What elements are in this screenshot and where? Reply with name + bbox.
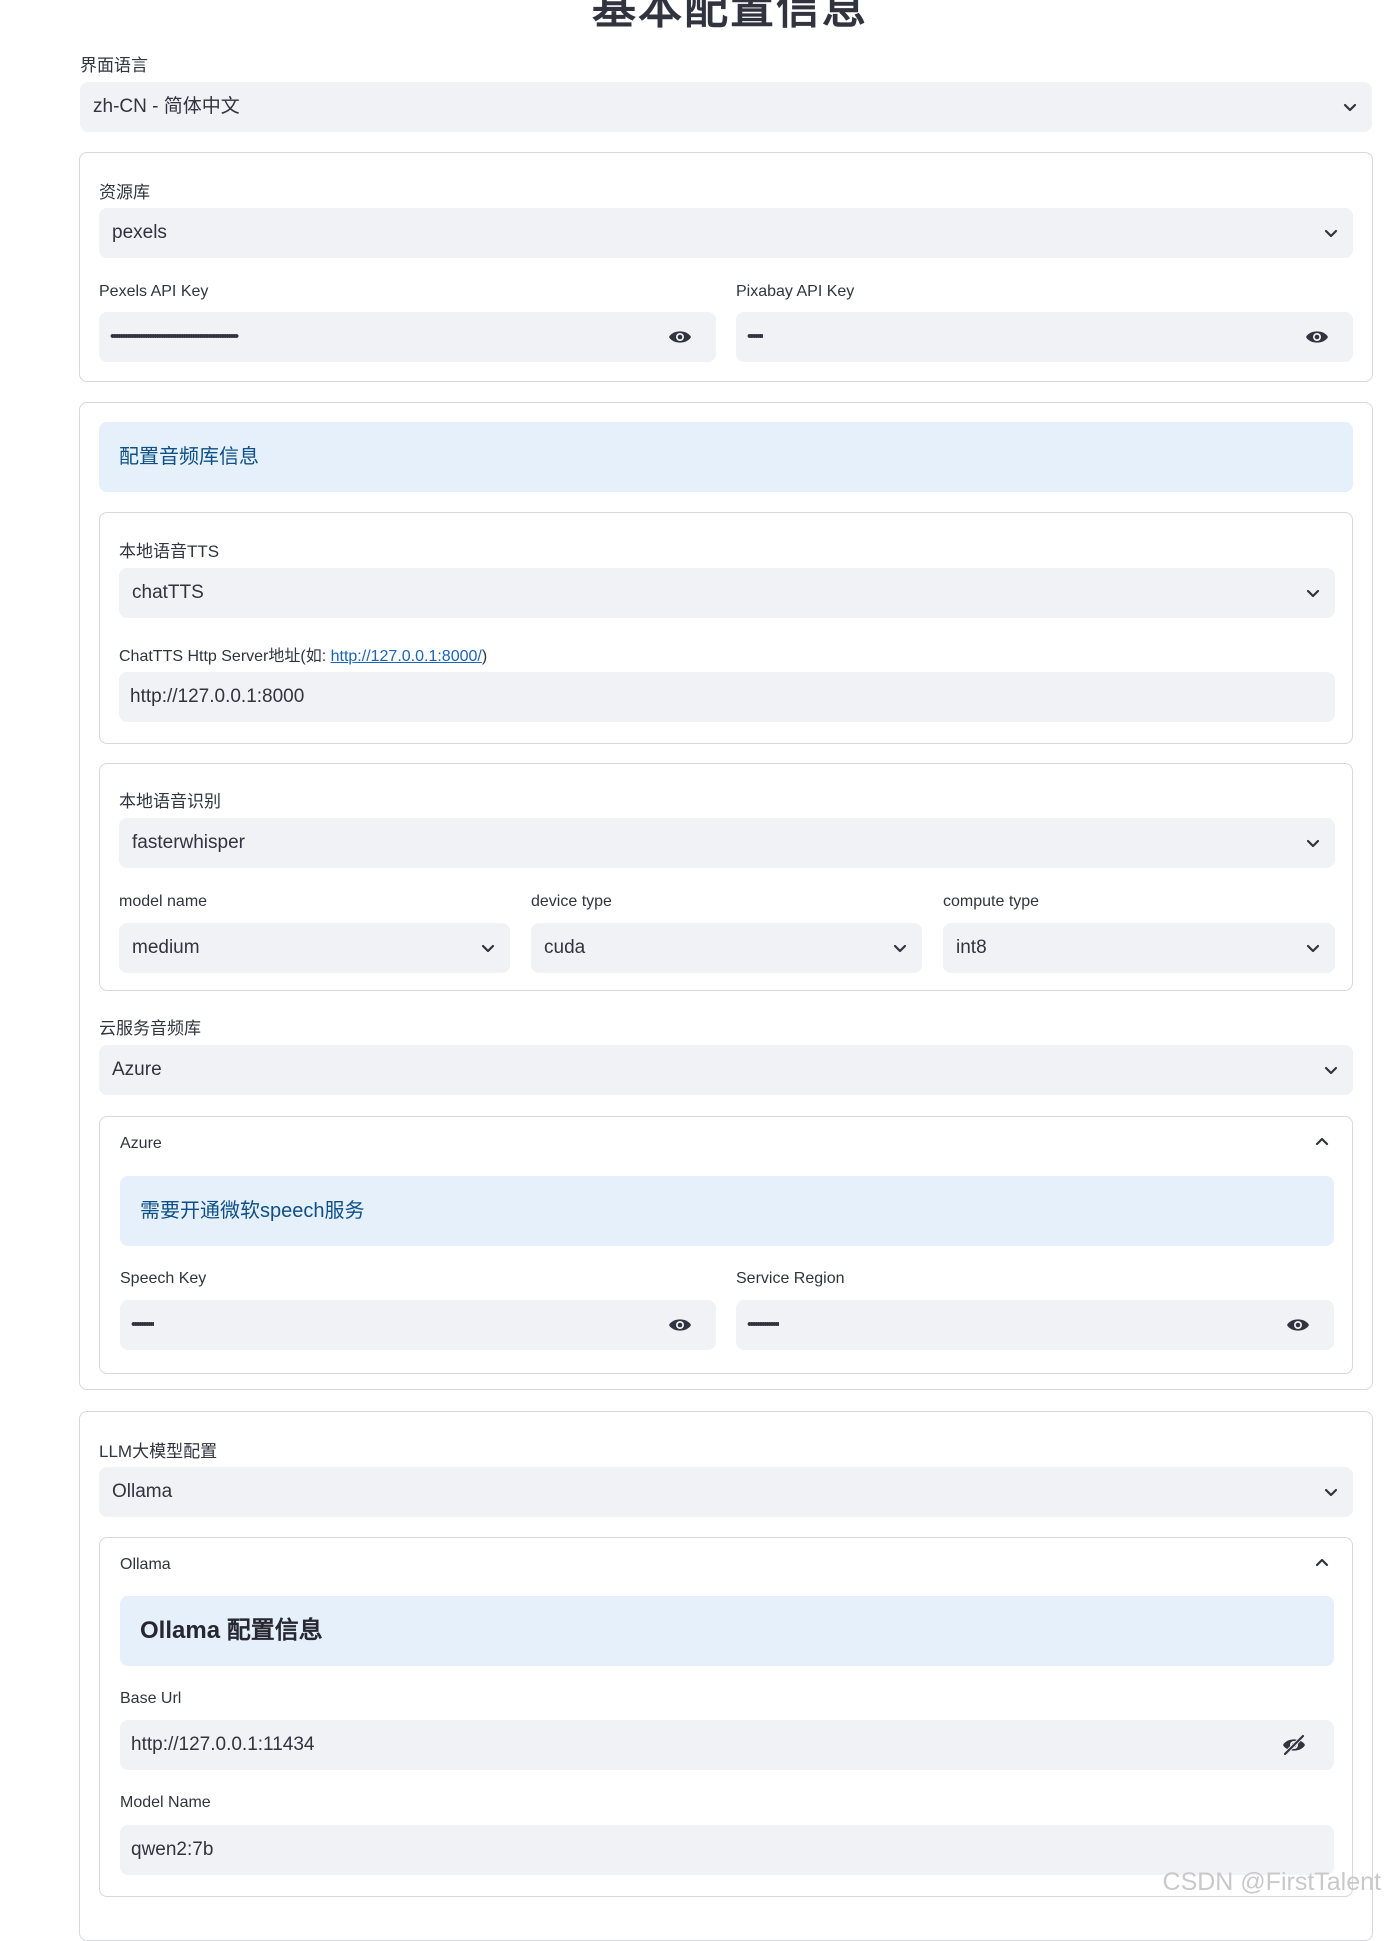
device-type-select[interactable]: cuda xyxy=(531,923,922,973)
resource-label: 资源库 xyxy=(99,183,150,202)
tts-select[interactable]: chatTTS xyxy=(119,568,1335,618)
azure-info-text: 需要开通微软speech服务 xyxy=(140,1200,365,1222)
chevron-up-icon xyxy=(1314,1134,1330,1150)
eye-icon[interactable] xyxy=(1286,1314,1310,1336)
chevron-up-icon xyxy=(1314,1555,1330,1571)
cloud-audio-label: 云服务音频库 xyxy=(99,1019,201,1038)
llm-label: LLM大模型配置 xyxy=(99,1442,218,1461)
ollama-info-banner: Ollama 配置信息 xyxy=(120,1596,1334,1666)
base-url-input[interactable]: http://127.0.0.1:11434 xyxy=(120,1720,1334,1770)
audio-info-banner: 配置音频库信息 xyxy=(99,422,1353,492)
pexels-key-value: ••••••••••••••••••••••••••••••••••••••••… xyxy=(110,328,239,345)
base-url-label: Base Url xyxy=(120,1690,182,1707)
cloud-audio-value: Azure xyxy=(112,1059,162,1080)
llm-select-value: Ollama xyxy=(112,1481,173,1502)
pexels-key-label: Pexels API Key xyxy=(99,283,209,300)
audio-info-text: 配置音频库信息 xyxy=(119,446,259,468)
pixabay-key-value: ••••••• xyxy=(747,328,763,345)
resource-select[interactable]: pexels xyxy=(99,208,1353,258)
azure-info-banner: 需要开通微软speech服务 xyxy=(120,1176,1334,1246)
tts-label: 本地语音TTS xyxy=(119,542,220,561)
chevron-down-icon xyxy=(1305,940,1321,956)
model-name-input[interactable]: qwen2:7b xyxy=(120,1825,1334,1875)
azure-expander-title: Azure xyxy=(120,1135,162,1152)
model-name-label: model name xyxy=(119,893,208,910)
chevron-down-icon xyxy=(1323,225,1339,241)
resource-select-value: pexels xyxy=(112,222,167,243)
tts-select-value: chatTTS xyxy=(132,582,204,603)
chattts-server-label-suffix: ) xyxy=(481,648,488,665)
service-region-label: Service Region xyxy=(736,1270,845,1287)
language-select[interactable]: zh-CN - 简体中文 xyxy=(80,82,1372,132)
chevron-down-icon xyxy=(1305,835,1321,851)
speech-key-input[interactable]: •••••••••• xyxy=(120,1300,716,1350)
asr-label: 本地语音识别 xyxy=(119,792,221,811)
pixabay-key-label: Pixabay API Key xyxy=(736,283,855,300)
ollama-expander-header[interactable]: Ollama xyxy=(100,1538,1352,1590)
language-select-value: zh-CN - 简体中文 xyxy=(93,96,240,117)
service-region-input[interactable]: •••••••••••••• xyxy=(736,1300,1334,1350)
device-type-label: device type xyxy=(531,893,612,910)
chevron-down-icon xyxy=(1305,585,1321,601)
chattts-server-label-prefix: ChatTTS Http Server地址(如: xyxy=(119,648,331,665)
speech-key-label: Speech Key xyxy=(120,1270,207,1287)
compute-type-value: int8 xyxy=(956,937,987,958)
ollama-info-text: Ollama 配置信息 xyxy=(140,1617,323,1644)
llm-box: LLM大模型配置 Ollama Ollama Ollama 配置信息 Base … xyxy=(79,1411,1373,1941)
compute-type-select[interactable]: int8 xyxy=(943,923,1335,973)
watermark: CSDN @FirstTalent xyxy=(1162,1868,1381,1896)
chattts-server-value: http://127.0.0.1:8000 xyxy=(130,686,305,707)
pexels-key-input[interactable]: ••••••••••••••••••••••••••••••••••••••••… xyxy=(99,312,716,362)
llm-select[interactable]: Ollama xyxy=(99,1467,1353,1517)
chevron-down-icon xyxy=(1323,1484,1339,1500)
chattts-server-input[interactable]: http://127.0.0.1:8000 xyxy=(119,672,1335,722)
ollama-expander-title: Ollama xyxy=(120,1556,171,1573)
chattts-server-label: ChatTTS Http Server地址(如: http://127.0.0.… xyxy=(119,642,487,666)
page-title: 基本配置信息 xyxy=(592,0,868,33)
azure-expander-header[interactable]: Azure xyxy=(100,1117,1352,1169)
chevron-down-icon xyxy=(480,940,496,956)
model-name-field-label: Model Name xyxy=(120,1794,211,1811)
audio-box: 配置音频库信息 本地语音TTS chatTTS ChatTTS Http Ser… xyxy=(79,402,1373,1390)
tts-box: 本地语音TTS chatTTS ChatTTS Http Server地址(如:… xyxy=(99,512,1353,744)
eye-icon[interactable] xyxy=(1305,326,1329,348)
cloud-audio-select[interactable]: Azure xyxy=(99,1045,1353,1095)
base-url-value: http://127.0.0.1:11434 xyxy=(131,1734,315,1755)
azure-expander: Azure 需要开通微软speech服务 Speech Key ••••••••… xyxy=(99,1116,1353,1374)
device-type-value: cuda xyxy=(544,937,586,958)
eye-off-icon[interactable] xyxy=(1282,1734,1306,1756)
resource-box: 资源库 pexels Pexels API Key ••••••••••••••… xyxy=(79,152,1373,382)
compute-type-label: compute type xyxy=(943,893,1040,910)
speech-key-value: •••••••••• xyxy=(131,1316,154,1333)
pixabay-key-input[interactable]: ••••••• xyxy=(736,312,1353,362)
model-name-field-value: qwen2:7b xyxy=(131,1839,214,1860)
model-name-select[interactable]: medium xyxy=(119,923,510,973)
service-region-value: •••••••••••••• xyxy=(747,1316,779,1333)
language-label: 界面语言 xyxy=(80,56,148,75)
chevron-down-icon xyxy=(1323,1062,1339,1078)
model-name-value: medium xyxy=(132,937,200,958)
ollama-expander: Ollama Ollama 配置信息 Base Url http://127.0… xyxy=(99,1537,1353,1897)
asr-box: 本地语音识别 fasterwhisper model name medium d… xyxy=(99,763,1353,991)
asr-select-value: fasterwhisper xyxy=(132,832,245,853)
chevron-down-icon xyxy=(1342,99,1358,115)
eye-icon[interactable] xyxy=(668,326,692,348)
chevron-down-icon xyxy=(892,940,908,956)
asr-select[interactable]: fasterwhisper xyxy=(119,818,1335,868)
chattts-server-link[interactable]: http://127.0.0.1:8000/ xyxy=(331,648,482,665)
eye-icon[interactable] xyxy=(668,1314,692,1336)
